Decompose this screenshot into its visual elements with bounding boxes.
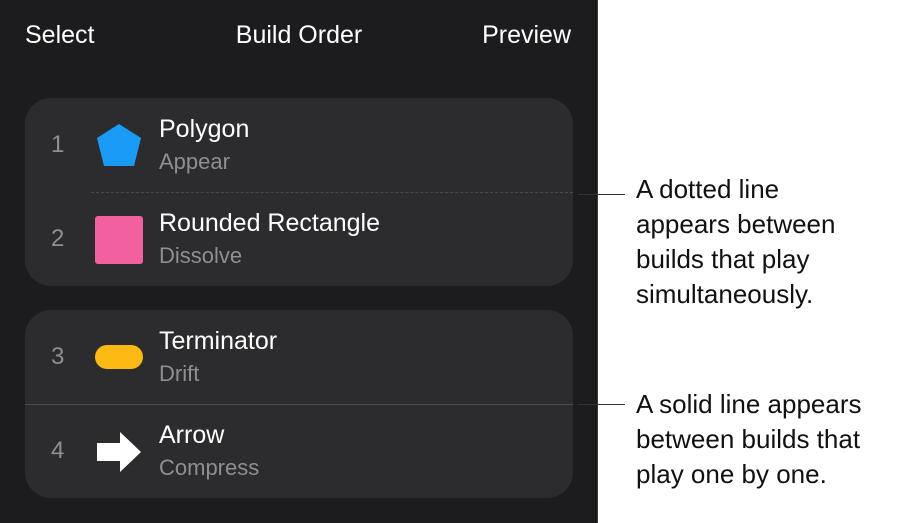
- build-number: 3: [51, 343, 65, 370]
- preview-button[interactable]: Preview: [482, 20, 571, 50]
- build-group-sequential: 3 Terminator Drift 4 Arrow Compress: [25, 310, 573, 498]
- build-title: Arrow: [159, 421, 225, 449]
- callout-leader-line: [578, 404, 625, 405]
- build-number: 4: [51, 437, 65, 464]
- build-group-simultaneous: 1 Polygon Appear 2 Rounded Rectangle Dis…: [25, 98, 573, 286]
- callout-solid-line: A solid line appears between builds that…: [636, 387, 861, 492]
- callout-text-line: between builds that: [636, 424, 861, 454]
- build-effect: Appear: [159, 149, 230, 174]
- rounded-square-icon: [95, 216, 143, 264]
- callout-text-line: play one by one.: [636, 459, 827, 489]
- build-effect: Compress: [159, 455, 260, 480]
- build-title: Terminator: [159, 327, 278, 355]
- capsule-icon: [95, 345, 143, 369]
- build-title: Rounded Rectangle: [159, 209, 380, 237]
- build-title: Polygon: [159, 115, 250, 143]
- callout-leader-line: [578, 194, 625, 195]
- build-number: 2: [51, 225, 65, 252]
- build-order-panel: Select Build Order Preview 1 Polygon App…: [0, 0, 598, 523]
- build-effect: Drift: [159, 361, 200, 386]
- build-row-rounded-rectangle[interactable]: 2 Rounded Rectangle Dissolve: [25, 192, 573, 286]
- build-row-terminator[interactable]: 3 Terminator Drift: [25, 310, 573, 404]
- build-row-arrow[interactable]: 4 Arrow Compress: [25, 404, 573, 498]
- arrow-right-icon: [97, 432, 141, 472]
- callout-text-line: builds that play: [636, 244, 810, 274]
- callout-text-line: appears between: [636, 209, 836, 239]
- callout-text-line: A solid line appears: [636, 389, 862, 419]
- build-effect: Dissolve: [159, 243, 243, 268]
- callout-text-line: simultaneously.: [636, 279, 814, 309]
- callout-text-line: A dotted line: [636, 174, 780, 204]
- callout-dotted-line: A dotted line appears between builds tha…: [636, 172, 835, 312]
- build-number: 1: [51, 131, 65, 158]
- build-row-polygon[interactable]: 1 Polygon Appear: [25, 98, 573, 192]
- pentagon-icon: [97, 124, 141, 166]
- stage: Select Build Order Preview 1 Polygon App…: [0, 0, 908, 523]
